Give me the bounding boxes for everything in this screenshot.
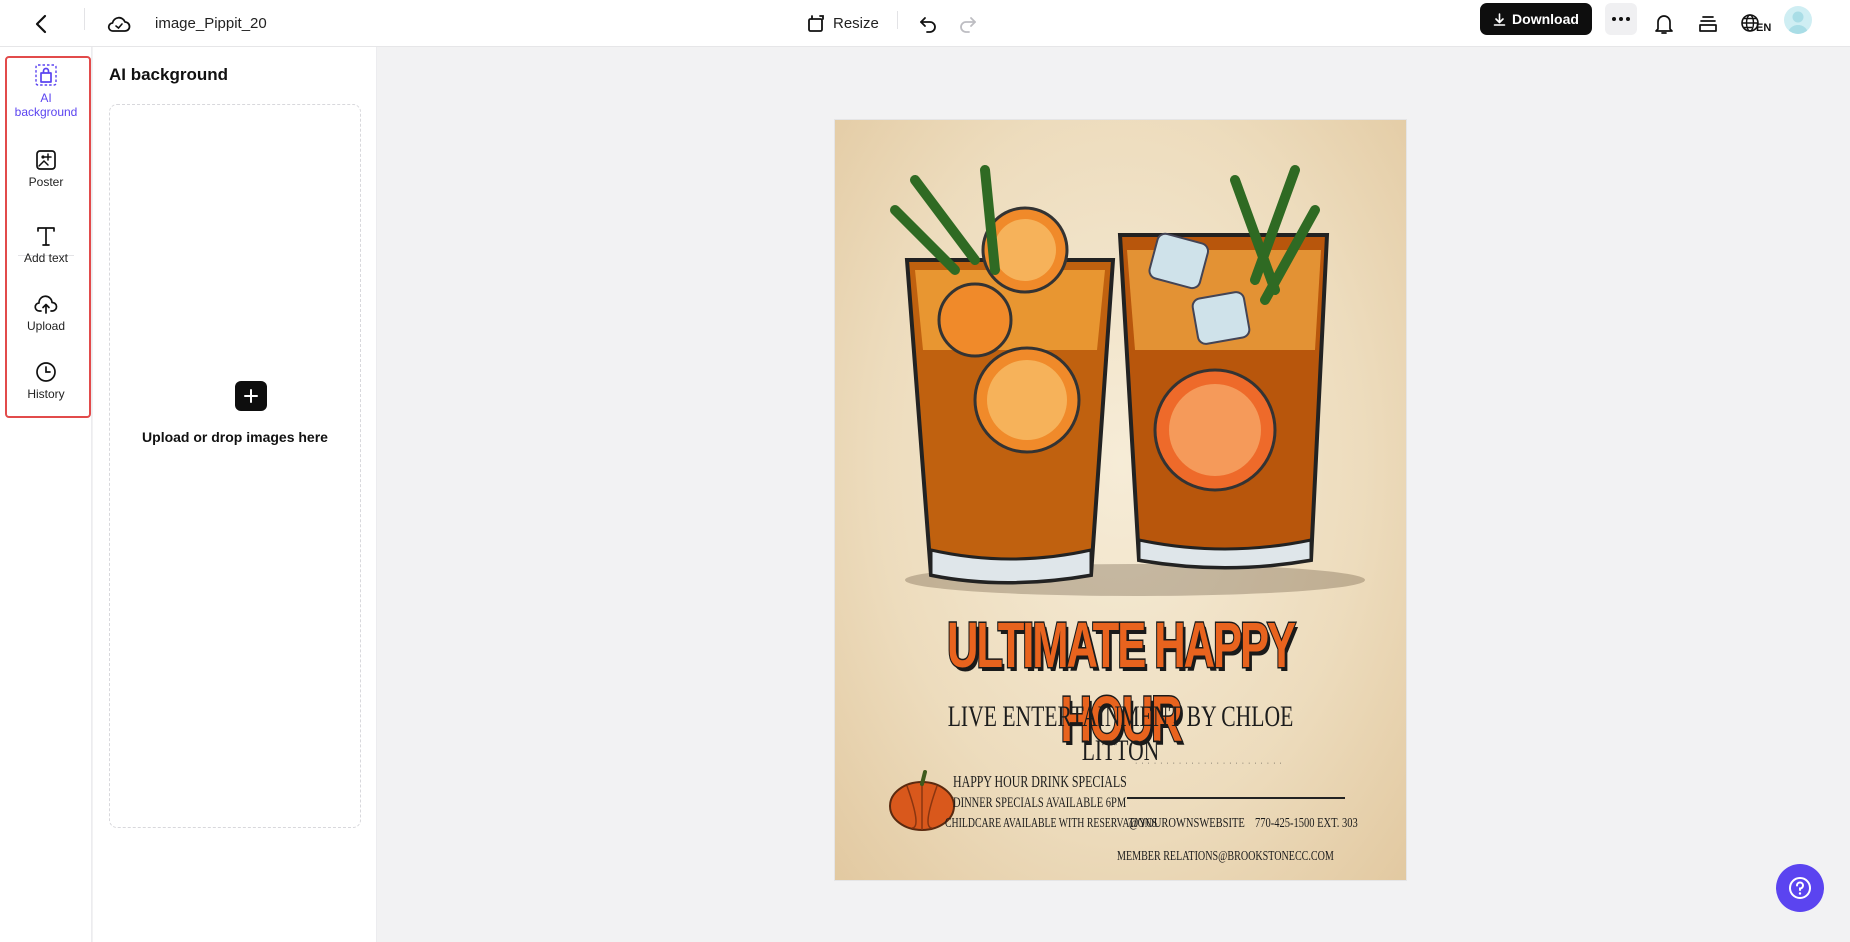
cloud-save-button[interactable] bbox=[104, 0, 134, 47]
ai-background-icon bbox=[35, 64, 57, 86]
rail-label-poster: Poster bbox=[28, 175, 64, 189]
rail-label-upload: Upload bbox=[26, 319, 66, 333]
upload-dropzone[interactable]: Upload or drop images here bbox=[109, 104, 361, 828]
avatar[interactable] bbox=[1784, 6, 1812, 34]
rail-item-history[interactable]: History bbox=[8, 357, 84, 401]
upload-label: Upload or drop images here bbox=[142, 429, 328, 445]
download-icon bbox=[1493, 12, 1506, 26]
divider bbox=[84, 8, 85, 30]
panel-title: AI background bbox=[109, 65, 229, 84]
poster-rule bbox=[1127, 797, 1345, 799]
notifications-button[interactable] bbox=[1651, 0, 1677, 47]
rail-label-history: History bbox=[27, 387, 65, 401]
plus-icon bbox=[244, 389, 258, 403]
tool-rail: AI background Poster Add text Upload His… bbox=[0, 47, 92, 942]
undo-button[interactable] bbox=[915, 0, 941, 47]
redo-button[interactable] bbox=[955, 0, 981, 47]
top-bar: image_Pippit_20 Resize Download EN bbox=[0, 0, 1850, 47]
ai-background-panel: AI background Upload or drop images here bbox=[93, 47, 377, 942]
poster-subtitle[interactable]: LIVE ENTERTAINMENT BY CHLOE LITTON bbox=[915, 700, 1326, 768]
redo-icon bbox=[960, 16, 976, 33]
rail-label-ai-background: AI background bbox=[14, 91, 78, 119]
poster-website[interactable]: @YOUROWNSWEBSITE bbox=[1129, 816, 1245, 832]
undo-icon bbox=[920, 16, 936, 33]
back-button[interactable] bbox=[28, 0, 54, 47]
special-line-2[interactable]: DINNER SPECIALS AVAILABLE 6PM bbox=[953, 795, 1126, 812]
divider bbox=[897, 11, 898, 29]
bell-icon bbox=[1655, 14, 1673, 34]
rail-item-poster[interactable]: Poster bbox=[8, 145, 84, 189]
poster-icon bbox=[36, 150, 56, 170]
user-avatar-icon bbox=[1788, 11, 1808, 34]
help-icon bbox=[1789, 877, 1811, 899]
resize-icon bbox=[808, 14, 824, 32]
add-image-button[interactable] bbox=[235, 381, 267, 411]
special-line-3[interactable]: CHILDCARE AVAILABLE WITH RESERVATIONS bbox=[945, 816, 1157, 832]
assets-button[interactable] bbox=[1695, 0, 1721, 47]
more-horizontal-icon bbox=[1612, 17, 1630, 21]
more-options-button[interactable] bbox=[1605, 3, 1637, 35]
rail-item-upload[interactable]: Upload bbox=[8, 289, 84, 333]
language-label: EN bbox=[1756, 21, 1772, 34]
language-button[interactable]: EN bbox=[1740, 0, 1771, 47]
stack-icon bbox=[1699, 15, 1717, 32]
cloud-icon bbox=[107, 16, 131, 32]
chevron-left-icon bbox=[35, 14, 47, 33]
resize-button[interactable]: Resize bbox=[806, 0, 879, 47]
text-icon bbox=[37, 227, 55, 246]
clock-icon bbox=[36, 362, 56, 382]
poster-fineprint: · · · · · · · · · · · · · · · · · · · · … bbox=[1135, 760, 1283, 767]
poster-email[interactable]: MEMBER RELATIONS@BROOKSTONECC.COM bbox=[1117, 849, 1334, 865]
special-line-1[interactable]: HAPPY HOUR DRINK SPECIALS bbox=[953, 772, 1127, 792]
resize-label: Resize bbox=[833, 15, 879, 32]
upload-cloud-icon bbox=[34, 295, 58, 314]
rail-item-add-text[interactable]: Add text bbox=[8, 221, 84, 265]
rail-label-add-text: Add text bbox=[23, 251, 69, 265]
help-button[interactable] bbox=[1776, 864, 1824, 912]
poster-phone[interactable]: 770-425-1500 EXT. 303 bbox=[1255, 816, 1358, 832]
download-label: Download bbox=[1512, 11, 1579, 27]
rail-item-ai-background[interactable]: AI background bbox=[8, 61, 84, 119]
cocktail-illustration bbox=[890, 165, 1365, 596]
download-button[interactable]: Download bbox=[1480, 3, 1592, 35]
project-title[interactable]: image_Pippit_20 bbox=[155, 0, 267, 47]
poster-canvas[interactable]: ULTIMATE HAPPY HOUR LIVE ENTERTAINMENT B… bbox=[835, 120, 1406, 880]
